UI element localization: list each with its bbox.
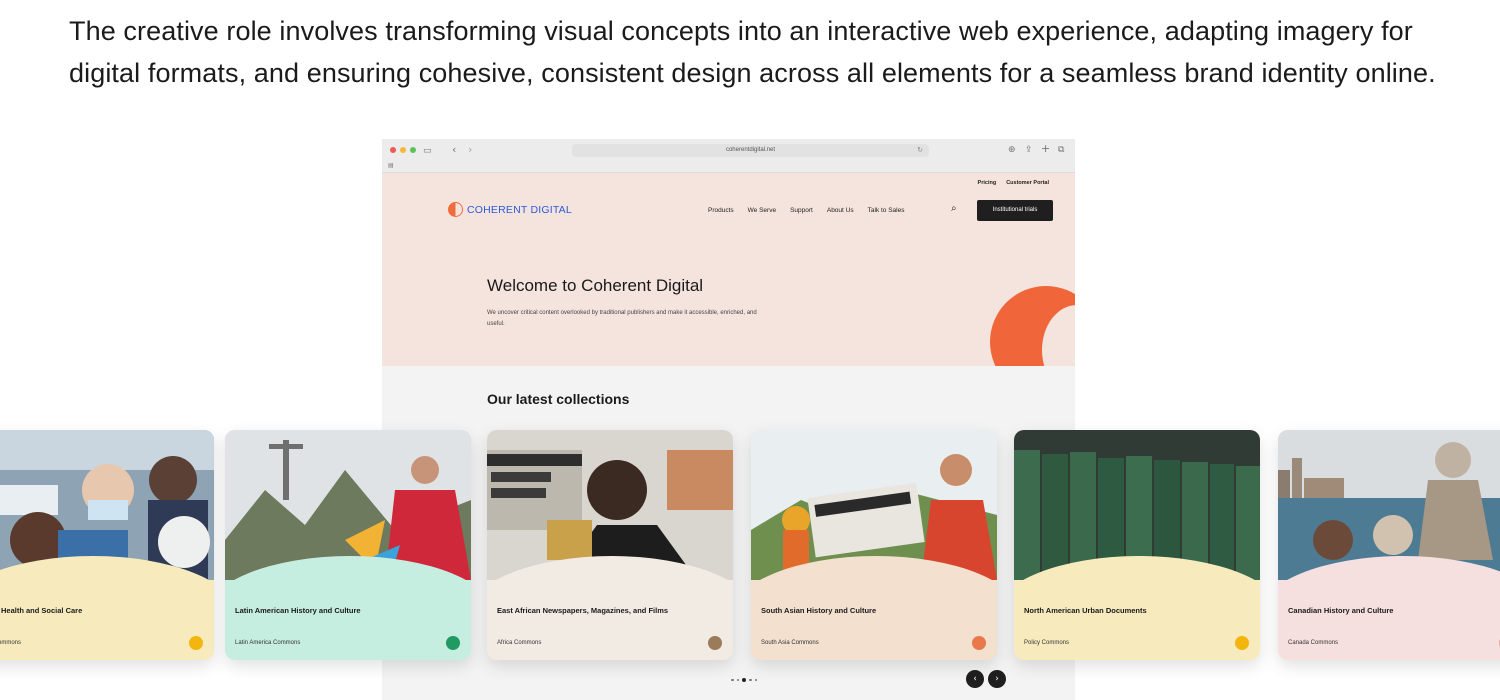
site-logo[interactable]: COHERENT DIGITAL [448, 202, 572, 217]
nav-item-we-serve[interactable]: We Serve [748, 207, 776, 214]
share-icon[interactable]: ⇪ [1025, 145, 1033, 155]
sidebar-icon[interactable]: ▭ [423, 146, 432, 156]
hero-title: Welcome to Coherent Digital [487, 276, 704, 295]
card-subtitle: South Asia Commons [761, 640, 819, 646]
search-icon[interactable]: ⌕ [951, 203, 957, 214]
minimize-window-button[interactable] [400, 147, 406, 153]
card-title: North American Urban Documents [1024, 606, 1147, 615]
forward-icon[interactable]: › [468, 144, 472, 155]
card-badge-icon [1235, 636, 1249, 650]
browser-toolbar: ▭ ‹ › coherentdigital.net ↻ ⊕ ⇪ + ⧉ ▤ [382, 139, 1075, 173]
tab-indicator-icon: ▤ [388, 162, 394, 169]
hero-description: We uncover critical content overlooked b… [487, 310, 757, 327]
reload-icon[interactable]: ↻ [917, 144, 923, 157]
collections-heading: Our latest collections [487, 391, 630, 407]
window-controls [390, 147, 416, 153]
carousel-next-button[interactable]: › [988, 670, 1006, 688]
nav-item-about-us[interactable]: About Us [827, 207, 854, 214]
carousel-pagination [731, 678, 757, 682]
card-badge-icon [446, 636, 460, 650]
card-badge-icon [708, 636, 722, 650]
address-bar[interactable]: coherentdigital.net ↻ [572, 144, 929, 157]
carousel-page-dot[interactable] [749, 678, 752, 682]
main-nav: Products We Serve Support About Us Talk … [708, 207, 904, 214]
site-hero-section: Pricing Customer Portal COHERENT DIGITAL… [382, 173, 1075, 366]
url-text: coherentdigital.net [725, 147, 776, 153]
pricing-link[interactable]: Pricing [978, 180, 997, 186]
collection-card-health[interactable]: Health and Social Care ommons [0, 430, 214, 660]
collection-card-canada[interactable]: Canadian History and Culture Canada Comm… [1278, 430, 1500, 660]
nav-item-support[interactable]: Support [790, 207, 813, 214]
card-title: East African Newspapers, Magazines, and … [497, 606, 669, 615]
zoom-window-button[interactable] [410, 147, 416, 153]
collection-card-latin-america[interactable]: Latin American History and Culture Latin… [225, 430, 471, 660]
collection-card-south-asia[interactable]: South Asian History and Culture South As… [751, 430, 997, 660]
customer-portal-link[interactable]: Customer Portal [1006, 180, 1049, 186]
carousel-page-dot[interactable] [742, 678, 746, 682]
card-badge-icon [972, 636, 986, 650]
card-title: Health and Social Care [1, 606, 83, 615]
download-icon[interactable]: ⊕ [1008, 145, 1016, 155]
tabs-overview-icon[interactable]: ⧉ [1058, 145, 1064, 155]
carousel-page-dot[interactable] [731, 678, 734, 682]
nav-item-products[interactable]: Products [708, 207, 734, 214]
back-icon[interactable]: ‹ [452, 144, 456, 155]
institutional-trials-button[interactable]: Institutional trials [977, 200, 1053, 221]
carousel-prev-button[interactable]: ‹ [966, 670, 984, 688]
card-badge-icon [189, 636, 203, 650]
carousel-page-dot[interactable] [736, 678, 739, 682]
card-subtitle: Policy Commons [1024, 640, 1070, 646]
card-subtitle: Canada Commons [1288, 640, 1339, 646]
card-title: South Asian History and Culture [761, 606, 877, 615]
card-subtitle: ommons [0, 640, 22, 646]
close-window-button[interactable] [390, 147, 396, 153]
new-tab-icon[interactable]: + [1041, 143, 1050, 154]
utility-links: Pricing Customer Portal [978, 180, 1049, 186]
logo-mark-icon [448, 202, 463, 217]
card-subtitle: Latin America Commons [235, 640, 301, 646]
intro-paragraph: The creative role involves transforming … [69, 16, 1436, 88]
collection-card-north-america[interactable]: North American Urban Documents Policy Co… [1014, 430, 1260, 660]
nav-item-talk-to-sales[interactable]: Talk to Sales [868, 207, 905, 214]
logo-text: COHERENT DIGITAL [467, 203, 572, 216]
collection-card-east-africa[interactable]: East African Newspapers, Magazines, and … [487, 430, 733, 660]
card-title: Latin American History and Culture [235, 606, 361, 615]
card-title: Canadian History and Culture [1288, 606, 1394, 615]
carousel-page-dot[interactable] [754, 678, 757, 682]
card-subtitle: Africa Commons [497, 640, 542, 646]
